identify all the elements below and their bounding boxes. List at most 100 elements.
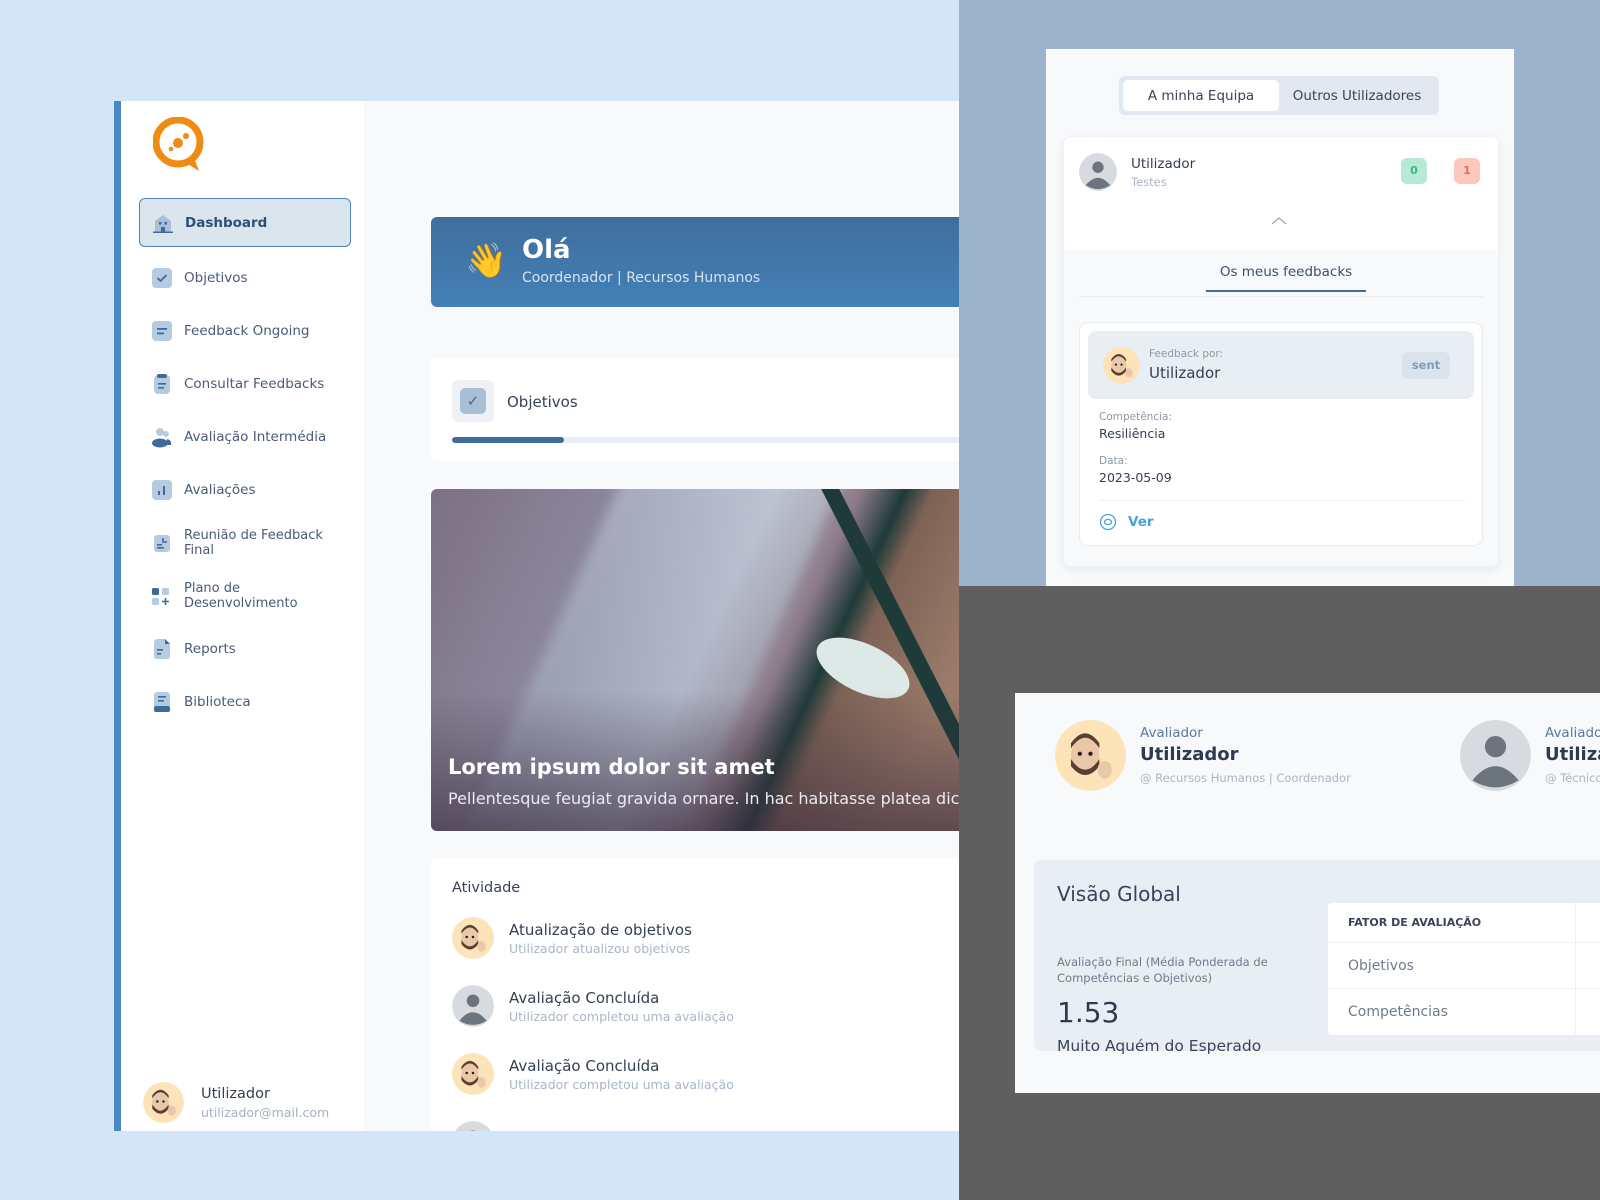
global-score: 1.53: [1057, 996, 1120, 1029]
objectives-title: Objetivos: [507, 393, 578, 411]
date-value: 2023-05-09: [1099, 470, 1172, 485]
column-divider: [1575, 989, 1576, 1035]
dashboard-window: Dashboard Objetivos Feedback Ongoing Con…: [114, 101, 959, 1131]
date-label: Data:: [1099, 455, 1128, 467]
feedback-card: Feedback por: Utilizador sent Competênci…: [1079, 322, 1483, 546]
sidebar-item-avaliacao-intermedia[interactable]: Avaliação Intermédia: [139, 410, 351, 463]
progress-fill: [452, 437, 564, 443]
sidebar-item-objetivos[interactable]: Objetivos: [139, 251, 351, 304]
sidebar-item-label: Plano de Desenvolvimento: [184, 580, 298, 611]
hero-title: Lorem ipsum dolor sit amet: [448, 755, 775, 779]
evaluator-card: Avaliador Utilizador @ Recursos Humanos …: [1055, 720, 1351, 791]
sidebar: Dashboard Objetivos Feedback Ongoing Con…: [121, 101, 364, 1131]
evaluated-dept: @ Técnico: [1545, 771, 1600, 785]
hero-subtitle: Pellentesque feugiat gravida ornare. In …: [448, 789, 959, 808]
sidebar-item-biblioteca[interactable]: Biblioteca: [139, 675, 351, 728]
clipboard-icon: [154, 373, 170, 394]
feedback-card-header: Feedback por: Utilizador sent: [1088, 331, 1474, 399]
sidebar-item-avaliacoes[interactable]: Avaliações: [139, 463, 351, 516]
sidebar-item-label: Reports: [184, 640, 236, 657]
activity-item[interactable]: Avaliação Concluída Utilizador completou …: [452, 985, 734, 1027]
document-icon: [154, 534, 170, 552]
user-profile[interactable]: Utilizador utilizador@mail.com: [143, 1082, 329, 1123]
sidebar-item-reuniao-feedback-final[interactable]: Reunião de Feedback Final: [139, 516, 351, 569]
bar-chart-icon: [152, 479, 172, 500]
activity-item[interactable]: Avaliação Concluída: [452, 1121, 659, 1131]
activity-item-subtitle: Utilizador completou uma avaliação: [509, 1008, 734, 1024]
status-badge: sent: [1402, 352, 1450, 379]
sidebar-item-dashboard[interactable]: Dashboard: [139, 198, 351, 247]
default-avatar-icon: [455, 1121, 491, 1131]
sidebar-item-plano-desenvolvimento[interactable]: Plano de Desenvolvimento: [139, 569, 351, 622]
sidebar-item-label: Reunião de Feedback Final: [184, 527, 323, 558]
main-content: 👋 Olá Coordenador | Recursos Humanos ✓ O…: [364, 101, 959, 1131]
message-icon: [152, 320, 172, 341]
hero-banner[interactable]: Lorem ipsum dolor sit amet Pellentesque …: [431, 489, 959, 831]
table-row[interactable]: Objetivos: [1328, 943, 1600, 989]
grid-plus-icon: [152, 587, 169, 605]
sidebar-item-label: Dashboard: [185, 214, 268, 231]
table-cell: Objetivos: [1348, 957, 1414, 974]
tab-my-feedbacks[interactable]: Os meus feedbacks: [1206, 264, 1366, 292]
evaluation-panel: Avaliador Utilizador @ Recursos Humanos …: [1015, 693, 1600, 1093]
sidebar-item-feedback-ongoing[interactable]: Feedback Ongoing: [139, 304, 351, 357]
default-avatar-icon: [452, 985, 494, 1027]
eye-icon: [1099, 513, 1117, 531]
sidebar-item-label: Consultar Feedbacks: [184, 375, 325, 392]
report-icon: [154, 638, 170, 659]
activity-item[interactable]: Atualização de objetivos Utilizador atual…: [452, 917, 692, 959]
checkbox-icon: ✓: [460, 388, 486, 414]
sidebar-item-consultar-feedbacks[interactable]: Consultar Feedbacks: [139, 357, 351, 410]
activity-item-subtitle: Utilizador atualizou objetivos: [509, 940, 691, 956]
sidebar-nav: Dashboard Objetivos Feedback Ongoing Con…: [139, 198, 351, 728]
global-overview: Visão Global Avaliação Final (Média Pond…: [1034, 860, 1600, 1055]
tab-my-team[interactable]: A minha Equipa: [1123, 80, 1279, 111]
view-feedback-button[interactable]: Ver: [1099, 513, 1154, 531]
activity-card: Atividade Atualização de objetivos Utiliz…: [431, 858, 959, 1131]
sidebar-item-label: Objetivos: [184, 269, 248, 286]
tab-other-users[interactable]: Outros Utilizadores: [1279, 80, 1435, 111]
evaluated-name: Utilizador: [1545, 744, 1600, 765]
activity-item[interactable]: Avaliação Concluída Utilizador completou …: [452, 1053, 734, 1095]
feedback-by-name: Utilizador: [1149, 364, 1221, 382]
default-avatar-icon: [1079, 153, 1117, 191]
book-icon: [154, 691, 170, 712]
activity-item-subtitle: Utilizador completou uma avaliação: [509, 1076, 734, 1092]
global-description: Avaliação Final (Média Ponderada de Comp…: [1057, 955, 1268, 985]
evaluator-dept: @ Recursos Humanos | Coordenador: [1140, 771, 1351, 785]
global-title: Visão Global: [1057, 882, 1181, 906]
greeting-subtitle: Coordenador | Recursos Humanos: [522, 270, 761, 286]
competence-value: Resiliência: [1099, 426, 1166, 441]
member-name: Utilizador: [1131, 156, 1196, 172]
greeting-title: Olá: [522, 235, 571, 265]
objectives-progress-bar: [452, 437, 959, 443]
activity-item-title: Atualização de objetivos: [509, 920, 692, 939]
global-score-label: Muito Aquém do Esperado: [1057, 1037, 1262, 1055]
profile-email: utilizador@mail.com: [201, 1104, 330, 1120]
default-avatar-icon: [1460, 720, 1531, 791]
team-member-card: Utilizador Testes 0 1 Os meus feedbacks …: [1063, 136, 1499, 567]
app-logo-icon[interactable]: [153, 117, 205, 173]
team-segmented-control: A minha Equipa Outros Utilizadores: [1119, 76, 1439, 115]
table-header: FATOR DE AVALIAÇÃO: [1328, 903, 1600, 943]
memoji-avatar-icon: [143, 1082, 184, 1123]
activity-item-title: Avaliação Concluída: [509, 1056, 660, 1075]
memoji-avatar-icon: [1103, 347, 1140, 384]
chevron-up-icon[interactable]: [1271, 213, 1287, 229]
competence-label: Competência:: [1099, 411, 1173, 423]
profile-name: Utilizador: [201, 1085, 270, 1102]
column-header: FATOR DE AVALIAÇÃO: [1348, 916, 1482, 929]
count-badge-red: 1: [1454, 158, 1480, 184]
waving-hand-icon: 👋: [465, 241, 508, 281]
checkbox-icon: [152, 267, 172, 288]
evaluator-role: Avaliador: [1140, 725, 1203, 741]
table-row[interactable]: Competências: [1328, 989, 1600, 1035]
sidebar-item-reports[interactable]: Reports: [139, 622, 351, 675]
accent-bar: [114, 101, 121, 1131]
feedback-tabs-area: Os meus feedbacks Feedback por: Utilizad…: [1064, 250, 1498, 566]
divider: [1099, 500, 1466, 501]
sidebar-item-label: Feedback Ongoing: [184, 322, 310, 339]
tab-divider: [1079, 296, 1483, 297]
objectives-card[interactable]: ✓ Objetivos: [431, 358, 959, 461]
objectives-icon-wrap: ✓: [452, 380, 494, 422]
